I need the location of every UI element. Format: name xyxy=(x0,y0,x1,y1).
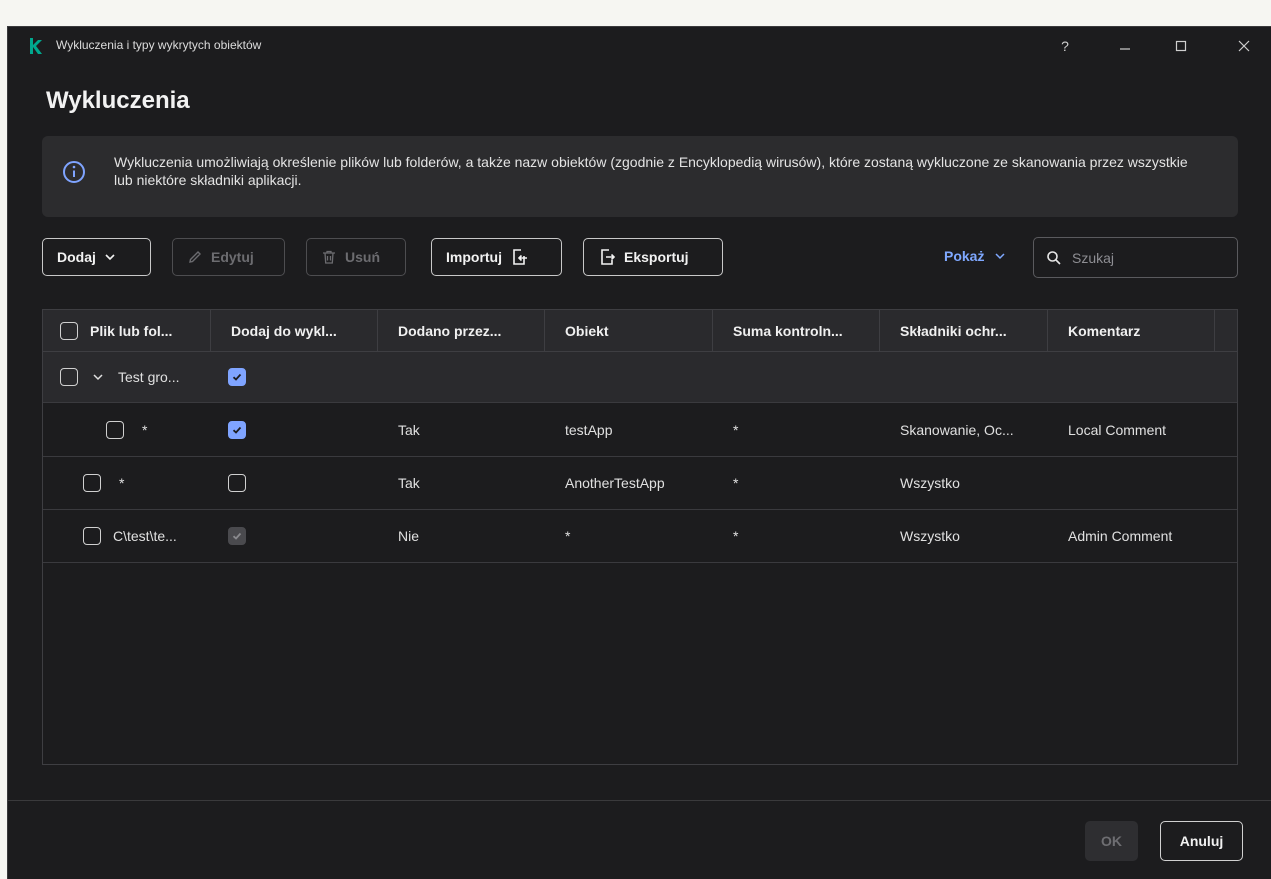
column-header-add-to-exclusion[interactable]: Dodaj do wykl... xyxy=(211,310,378,352)
components-cell: Skanowanie, Oc... xyxy=(900,422,1014,438)
info-banner: Wykluczenia umożliwiają określenie plikó… xyxy=(42,136,1238,217)
search-placeholder: Szukaj xyxy=(1072,249,1115,266)
components-cell: Wszystko xyxy=(900,475,960,491)
chevron-down-icon[interactable] xyxy=(92,371,104,383)
kaspersky-logo-icon xyxy=(30,38,42,54)
row-checkbox[interactable] xyxy=(83,527,101,545)
checkmark-icon xyxy=(232,532,242,540)
import-button[interactable]: Importuj xyxy=(431,238,562,276)
comment-cell: Local Comment xyxy=(1068,422,1167,438)
object-cell: * xyxy=(565,528,571,544)
add-button[interactable]: Dodaj xyxy=(42,238,151,276)
file-cell: * xyxy=(142,422,148,438)
select-all-checkbox[interactable] xyxy=(60,322,78,340)
exclusions-table: Plik lub fol... Dodaj do wykl... Dodano … xyxy=(42,309,1238,765)
maximize-button[interactable] xyxy=(1167,33,1195,59)
show-label: Pokaż xyxy=(944,248,985,264)
file-cell: * xyxy=(119,475,125,491)
checksum-cell: * xyxy=(733,528,739,544)
exclusions-window: Wykluczenia i typy wykrytych obiektów ? … xyxy=(7,26,1271,879)
object-cell: testApp xyxy=(565,422,613,438)
object-cell: AnotherTestApp xyxy=(565,475,665,491)
edit-button[interactable]: Edytuj xyxy=(172,238,285,276)
close-icon xyxy=(1238,40,1250,52)
edit-button-label: Edytuj xyxy=(211,249,254,265)
row-checkbox[interactable] xyxy=(60,368,78,386)
add-to-exclusion-checkbox[interactable] xyxy=(228,368,246,386)
minimize-button[interactable] xyxy=(1111,33,1139,59)
checksum-cell: * xyxy=(733,422,739,438)
column-header-object[interactable]: Obiekt xyxy=(545,310,713,352)
delete-button[interactable]: Usuń xyxy=(306,238,406,276)
column-header-file[interactable]: Plik lub fol... xyxy=(43,310,211,352)
export-button-label: Eksportuj xyxy=(624,249,689,265)
add-button-label: Dodaj xyxy=(57,249,96,265)
column-header-components[interactable]: Składniki ochr... xyxy=(880,310,1048,352)
help-button[interactable]: ? xyxy=(1051,33,1079,59)
checksum-cell: * xyxy=(733,475,739,491)
added-by-cell: Nie xyxy=(398,528,420,544)
column-header-checksum[interactable]: Suma kontroln... xyxy=(713,310,880,352)
pencil-icon xyxy=(189,251,201,263)
import-button-label: Importuj xyxy=(446,249,502,265)
table-header: Plik lub fol... Dodaj do wykl... Dodano … xyxy=(43,310,1237,352)
column-header-comment[interactable]: Komentarz xyxy=(1048,310,1215,352)
group-name: Test gro... xyxy=(118,369,180,385)
table-row-group[interactable]: Test gro... xyxy=(43,352,1237,403)
info-icon xyxy=(63,161,85,183)
show-dropdown[interactable]: Pokaż xyxy=(944,248,1006,264)
added-by-cell: Tak xyxy=(398,422,420,438)
delete-button-label: Usuń xyxy=(345,249,380,265)
dialog-footer: OK Anuluj xyxy=(8,800,1271,879)
close-button[interactable] xyxy=(1230,33,1258,59)
chevron-down-icon xyxy=(105,254,115,261)
minimize-icon xyxy=(1120,48,1130,50)
table-row[interactable]: * Tak AnotherTestApp * Wszystko xyxy=(43,457,1237,510)
table-row[interactable]: C\test\te... Nie * * Wszystko Admin Comm… xyxy=(43,510,1237,563)
row-checkbox[interactable] xyxy=(83,474,101,492)
export-icon xyxy=(601,249,616,265)
import-icon xyxy=(513,249,527,265)
search-input[interactable]: Szukaj xyxy=(1033,237,1238,278)
file-cell: C\test\te... xyxy=(113,528,177,544)
checkmark-icon xyxy=(232,426,242,434)
components-cell: Wszystko xyxy=(900,528,960,544)
ok-button[interactable]: OK xyxy=(1085,821,1138,861)
table-row[interactable]: * Tak testApp * Skanowanie, Oc... Local … xyxy=(43,404,1237,457)
comment-cell: Admin Comment xyxy=(1068,528,1173,544)
add-to-exclusion-checkbox[interactable] xyxy=(228,421,246,439)
cancel-button[interactable]: Anuluj xyxy=(1160,821,1243,861)
export-button[interactable]: Eksportuj xyxy=(583,238,723,276)
added-by-cell: Tak xyxy=(398,475,420,491)
add-to-exclusion-checkbox[interactable] xyxy=(228,474,246,492)
checkmark-icon xyxy=(232,373,242,381)
add-to-exclusion-checkbox xyxy=(228,527,246,545)
window-title: Wykluczenia i typy wykrytych obiektów xyxy=(56,38,262,52)
column-header-added-by[interactable]: Dodano przez... xyxy=(378,310,545,352)
title-bar: Wykluczenia i typy wykrytych obiektów ? xyxy=(8,27,1271,65)
maximize-icon xyxy=(1175,40,1187,52)
info-text: Wykluczenia umożliwiają określenie plikó… xyxy=(114,154,1188,188)
search-icon xyxy=(1047,250,1061,265)
chevron-down-icon xyxy=(995,253,1005,260)
trash-icon xyxy=(323,250,335,264)
row-checkbox[interactable] xyxy=(106,421,124,439)
page-title: Wykluczenia xyxy=(46,87,190,114)
